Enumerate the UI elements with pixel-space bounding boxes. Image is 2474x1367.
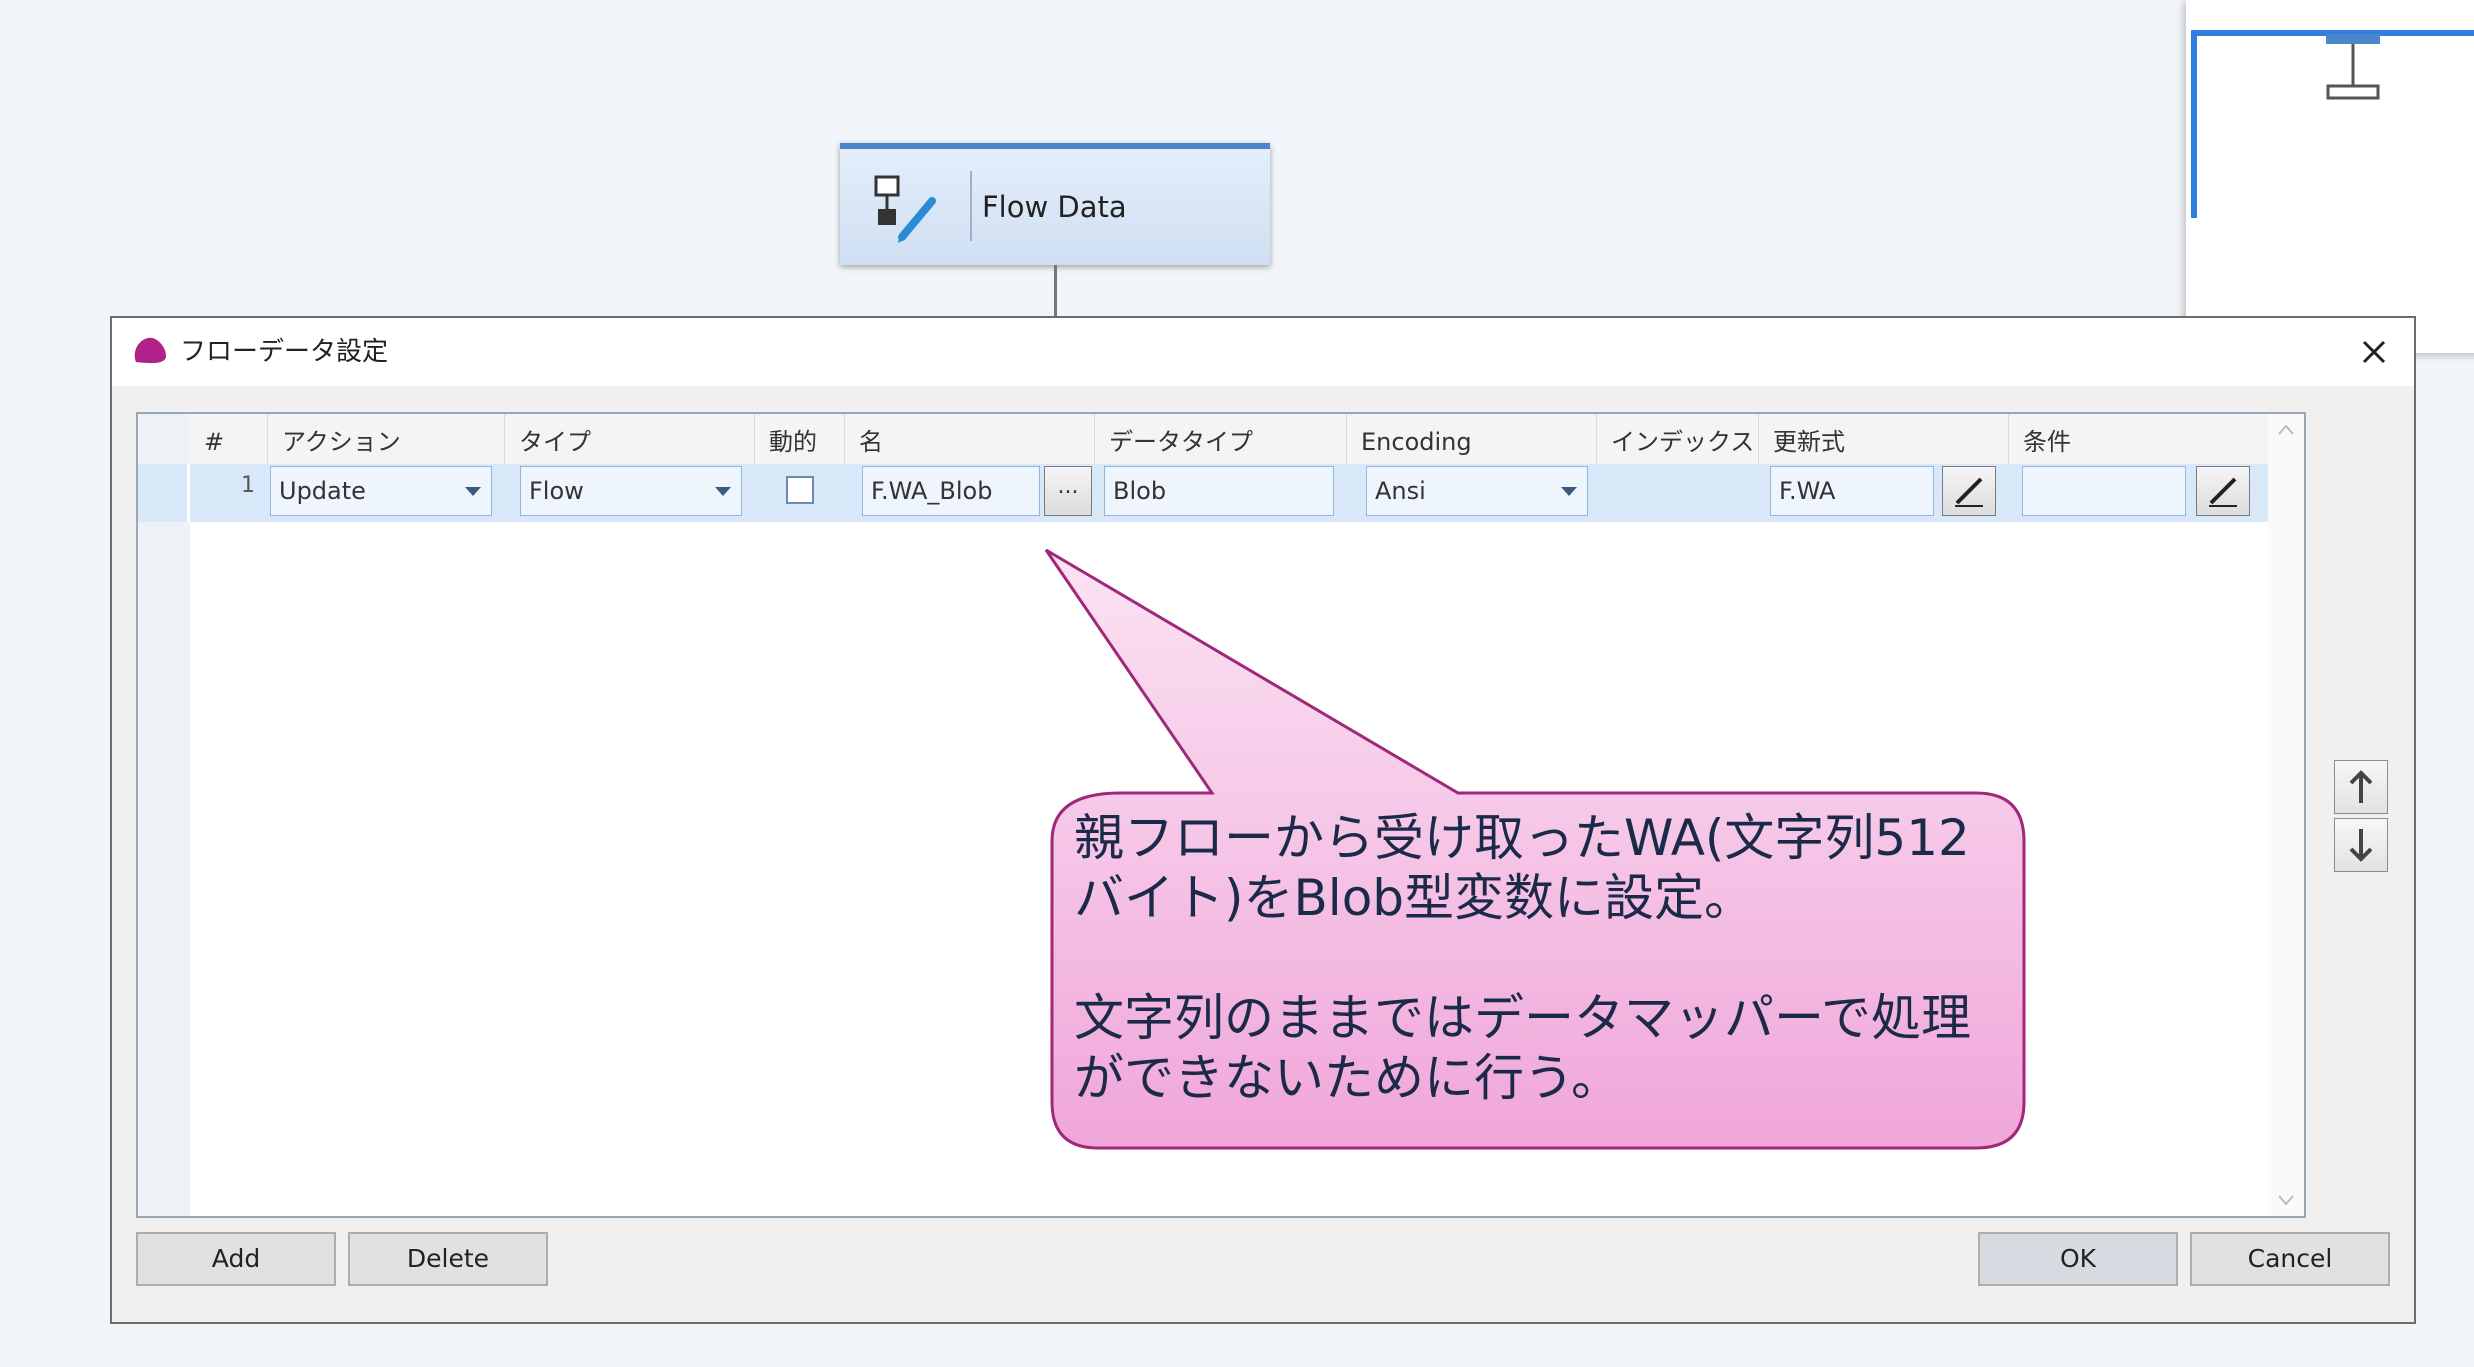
app-icon [134, 337, 166, 364]
move-row-up-button[interactable] [2334, 760, 2388, 814]
arrow-up-icon [2349, 770, 2373, 803]
grid-header-row: # アクション タイプ 動的 名 データタイプ Encoding インデックス … [190, 414, 2270, 465]
name-field[interactable]: F.WA_Blob [862, 466, 1040, 516]
scroll-up-icon[interactable] [2276, 420, 2296, 440]
name-browse-button[interactable]: ... [1044, 466, 1092, 516]
action-value: Update [279, 477, 366, 505]
column-header-name[interactable]: 名 [845, 414, 1095, 464]
column-header-type[interactable]: タイプ [505, 414, 755, 464]
row-header-column [138, 414, 190, 1216]
flow-data-edit-icon [874, 175, 936, 243]
table-row[interactable]: Update Flow F.WA_Blob ... Blob Ansi F.WA [190, 464, 2270, 522]
dialog-titlebar: フローデータ設定 [112, 318, 2414, 386]
type-select[interactable]: Flow [520, 466, 742, 516]
data-type-field[interactable]: Blob [1104, 466, 1334, 516]
node-separator [970, 171, 972, 241]
annotation-callout-text: 親フローから受け取ったWA(文字列512 バイト)をBlob型変数に設定。 文字… [1074, 809, 1971, 1107]
chevron-down-icon [465, 487, 481, 496]
column-header-condition[interactable]: 条件 [2009, 414, 2270, 464]
column-header-dynamic[interactable]: 動的 [755, 414, 845, 464]
data-type-value: Blob [1113, 477, 1167, 505]
cancel-button[interactable]: Cancel [2190, 1232, 2390, 1286]
pencil-icon [2209, 477, 2237, 507]
node-connector [1054, 265, 1057, 317]
flow-data-node[interactable]: Flow Data [840, 143, 1270, 265]
node-label: Flow Data [982, 190, 1127, 224]
move-row-down-button[interactable] [2334, 818, 2388, 872]
update-expr-field[interactable]: F.WA [1770, 466, 1934, 516]
pencil-icon [1955, 477, 1983, 507]
encoding-select[interactable]: Ansi [1366, 466, 1588, 516]
condition-field[interactable] [2022, 466, 2186, 516]
chevron-down-icon [715, 487, 731, 496]
column-header-index[interactable]: インデックス [1597, 414, 1759, 464]
delete-button[interactable]: Delete [348, 1232, 548, 1286]
encoding-value: Ansi [1375, 477, 1426, 505]
column-header-encoding[interactable]: Encoding [1347, 414, 1597, 464]
update-expr-value: F.WA [1779, 477, 1836, 505]
ok-button[interactable]: OK [1978, 1232, 2178, 1286]
edit-update-expr-button[interactable] [1942, 466, 1996, 516]
column-header-action[interactable]: アクション [268, 414, 505, 464]
row-number: 1 [241, 473, 255, 498]
column-header-number[interactable]: # [190, 414, 268, 464]
scroll-down-icon[interactable] [2276, 1190, 2296, 1210]
column-header-update-expr[interactable]: 更新式 [1759, 414, 2009, 464]
action-select[interactable]: Update [270, 466, 492, 516]
side-panel [2186, 0, 2474, 353]
name-value: F.WA_Blob [871, 477, 993, 505]
vertical-scrollbar[interactable] [2268, 414, 2304, 1216]
type-value: Flow [529, 477, 584, 505]
arrow-down-icon [2349, 829, 2373, 862]
pin-icon [2326, 34, 2380, 100]
dynamic-checkbox[interactable] [786, 476, 814, 504]
chevron-down-icon [1561, 487, 1577, 496]
dialog-title: フローデータ設定 [180, 337, 389, 367]
column-header-data-type[interactable]: データタイプ [1095, 414, 1347, 464]
edit-condition-button[interactable] [2196, 466, 2250, 516]
add-button[interactable]: Add [136, 1232, 336, 1286]
row-selector[interactable] [138, 464, 190, 522]
close-icon[interactable] [2348, 326, 2400, 378]
